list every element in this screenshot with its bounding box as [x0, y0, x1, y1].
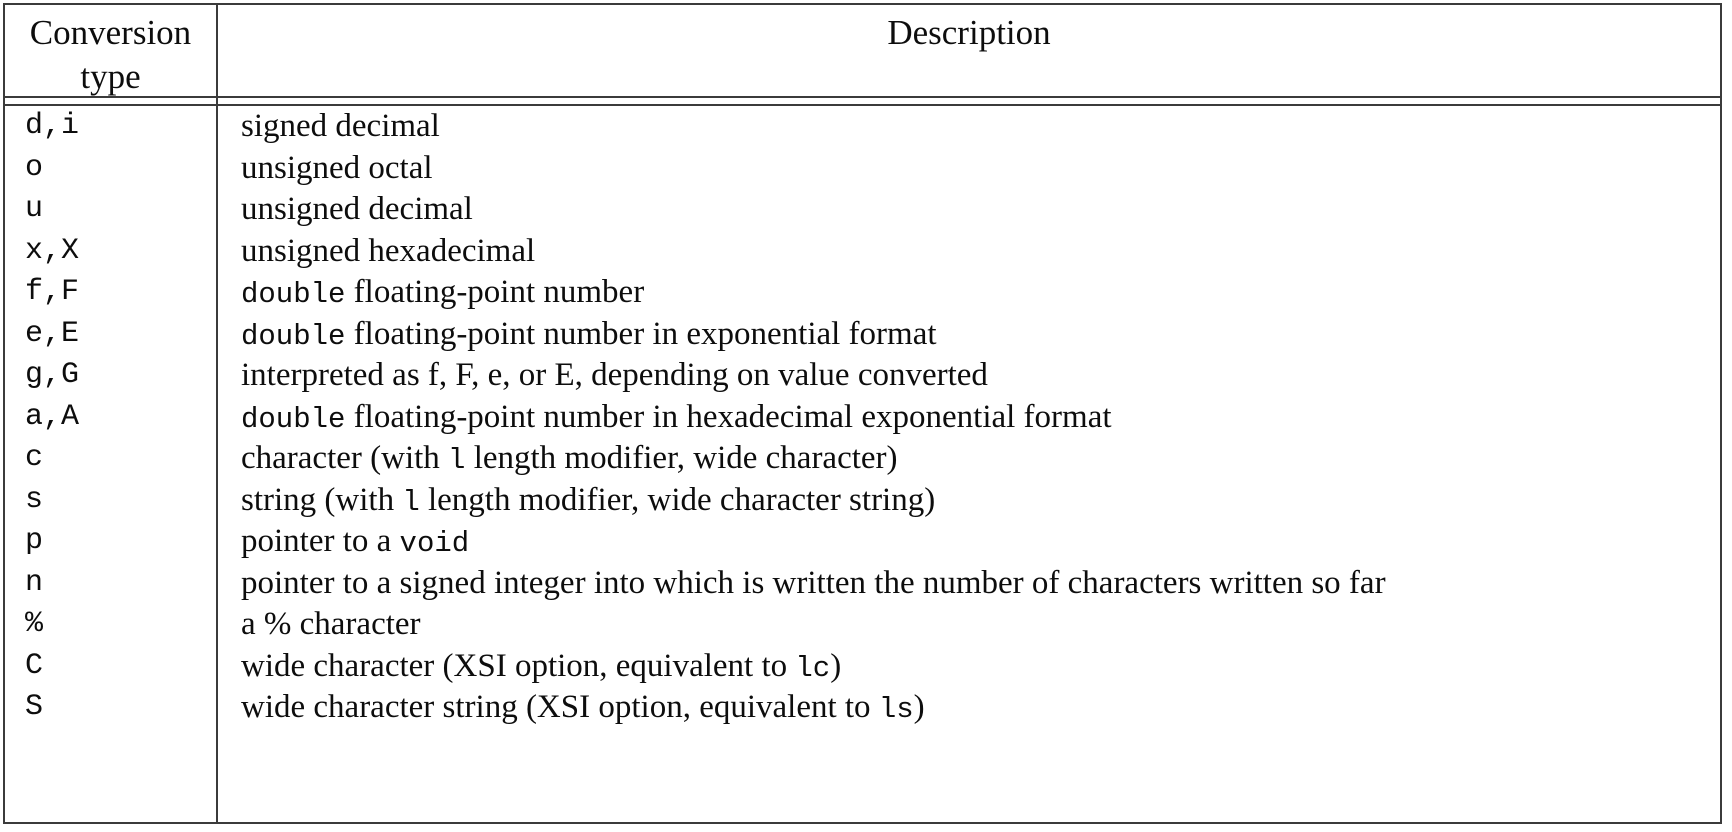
conversion-type-cell: C — [25, 648, 44, 683]
description-cell: unsigned octal — [241, 148, 1714, 190]
column-header-conversion-type: Conversion type — [5, 3, 216, 96]
description-cell: wide character string (XSI option, equiv… — [241, 687, 1714, 729]
description-code-fragment: ls — [878, 693, 914, 726]
conversion-type-cell: x,X — [25, 233, 80, 268]
conversion-type-cell: s — [25, 482, 44, 517]
table-row: g,G interpreted as f, F, e, or E, dependi… — [3, 355, 1722, 397]
description-code-fragment: lc — [795, 651, 831, 685]
description-text-fragment: length modifier, wide character) — [465, 440, 898, 476]
description-text-fragment: floating-point number in exponential for… — [345, 315, 937, 352]
conversion-type-cell: % — [25, 607, 44, 641]
description-code-fragment: double — [241, 402, 346, 436]
conversion-type-cell: a,A — [25, 399, 80, 434]
description-cell: unsigned hexadecimal — [241, 231, 1714, 273]
description-code-fragment: void — [399, 527, 470, 560]
conversion-type-cell: u — [25, 192, 44, 226]
description-cell: pointer to a void — [241, 521, 1714, 563]
table-row: p pointer to a void — [3, 521, 1722, 563]
description-code-fragment: double — [241, 319, 346, 353]
table-row: f,F double floating-point number — [3, 272, 1722, 314]
description-text-fragment: interpreted as f, F, e, or E, depending … — [241, 357, 988, 393]
table-row: % a % character — [3, 604, 1722, 646]
description-text-fragment: wide character (XSI option, equivalent t… — [241, 647, 796, 684]
conversion-type-cell: S — [25, 690, 44, 724]
description-text-fragment: unsigned decimal — [241, 191, 473, 227]
table-row: u unsigned decimal — [3, 189, 1722, 231]
description-cell: unsigned decimal — [241, 189, 1714, 231]
table-row: n pointer to a signed integer into which … — [3, 563, 1722, 605]
column-header-description-label: Description — [887, 13, 1051, 52]
description-text-fragment: unsigned hexadecimal — [241, 232, 536, 269]
description-text-fragment: signed decimal — [241, 108, 440, 144]
conversion-type-cell: f,F — [25, 275, 80, 309]
description-cell: character (with l length modifier, wide … — [241, 438, 1714, 480]
description-text-fragment: ) — [830, 647, 842, 684]
description-cell: pointer to a signed integer into which i… — [241, 563, 1714, 605]
conversion-type-table: Conversion type Description d,i signed de… — [3, 3, 1722, 824]
description-text-fragment: ) — [913, 689, 925, 725]
description-text-fragment: length modifier, wide character string) — [419, 481, 936, 518]
table-row: s string (with l length modifier, wide ch… — [3, 480, 1722, 522]
description-cell: wide character (XSI option, equivalent t… — [241, 646, 1714, 688]
description-cell: double floating-point number in hexadeci… — [241, 397, 1714, 439]
description-text-fragment: wide character string (XSI option, equiv… — [241, 689, 879, 725]
conversion-type-cell: g,G — [25, 358, 80, 392]
description-text-fragment: pointer to a signed integer into which i… — [241, 564, 1386, 601]
description-cell: signed decimal — [241, 106, 1714, 148]
conversion-type-cell: o — [25, 150, 44, 185]
column-header-description: Description — [218, 3, 1720, 96]
description-text-fragment: floating-point number — [345, 274, 645, 310]
table-row: d,i signed decimal — [3, 106, 1722, 148]
table-row: x,X unsigned hexadecimal — [3, 231, 1722, 273]
column-header-conversion-type-line2: type — [80, 57, 141, 96]
conversion-type-cell: c — [25, 441, 44, 475]
description-text-fragment: a % character — [241, 606, 421, 642]
description-text-fragment: pointer to a — [241, 523, 400, 559]
description-cell: a % character — [241, 604, 1714, 646]
table-row: c character (with l length modifier, wide… — [3, 438, 1722, 480]
description-cell: string (with l length modifier, wide cha… — [241, 480, 1714, 522]
table-row: o unsigned octal — [3, 148, 1722, 190]
table-row: Swide character string (XSI option, equi… — [3, 687, 1722, 729]
description-text-fragment: character (with — [241, 440, 449, 476]
description-text-fragment: unsigned octal — [241, 149, 433, 186]
description-cell: double floating-point number in exponent… — [241, 314, 1714, 356]
table-header-row: Conversion type Description — [3, 3, 1722, 96]
description-code-fragment: l — [402, 485, 420, 519]
description-text-fragment: floating-point number in hexadecimal exp… — [345, 398, 1112, 435]
table-row: a,A double floating-point number in hexad… — [3, 397, 1722, 439]
table-row: e,E double floating-point number in expon… — [3, 314, 1722, 356]
table-row: Cwide character (XSI option, equivalent … — [3, 646, 1722, 688]
description-text-fragment: string (with — [241, 481, 403, 518]
table-body: d,i signed decimal o unsigned octal u unsigne… — [3, 106, 1722, 811]
conversion-type-cell: e,E — [25, 316, 80, 351]
conversion-type-cell: d,i — [25, 109, 80, 143]
conversion-type-cell: n — [25, 565, 44, 600]
table-bottom-rule — [3, 822, 1722, 824]
column-header-conversion-type-line1: Conversion — [29, 13, 192, 52]
header-separator-rule-upper — [3, 96, 1722, 98]
description-cell: double floating-point number — [241, 272, 1714, 314]
description-cell: interpreted as f, F, e, or E, depending … — [241, 355, 1714, 397]
conversion-type-cell: p — [25, 524, 44, 558]
description-code-fragment: double — [241, 278, 346, 311]
description-code-fragment: l — [448, 444, 466, 477]
